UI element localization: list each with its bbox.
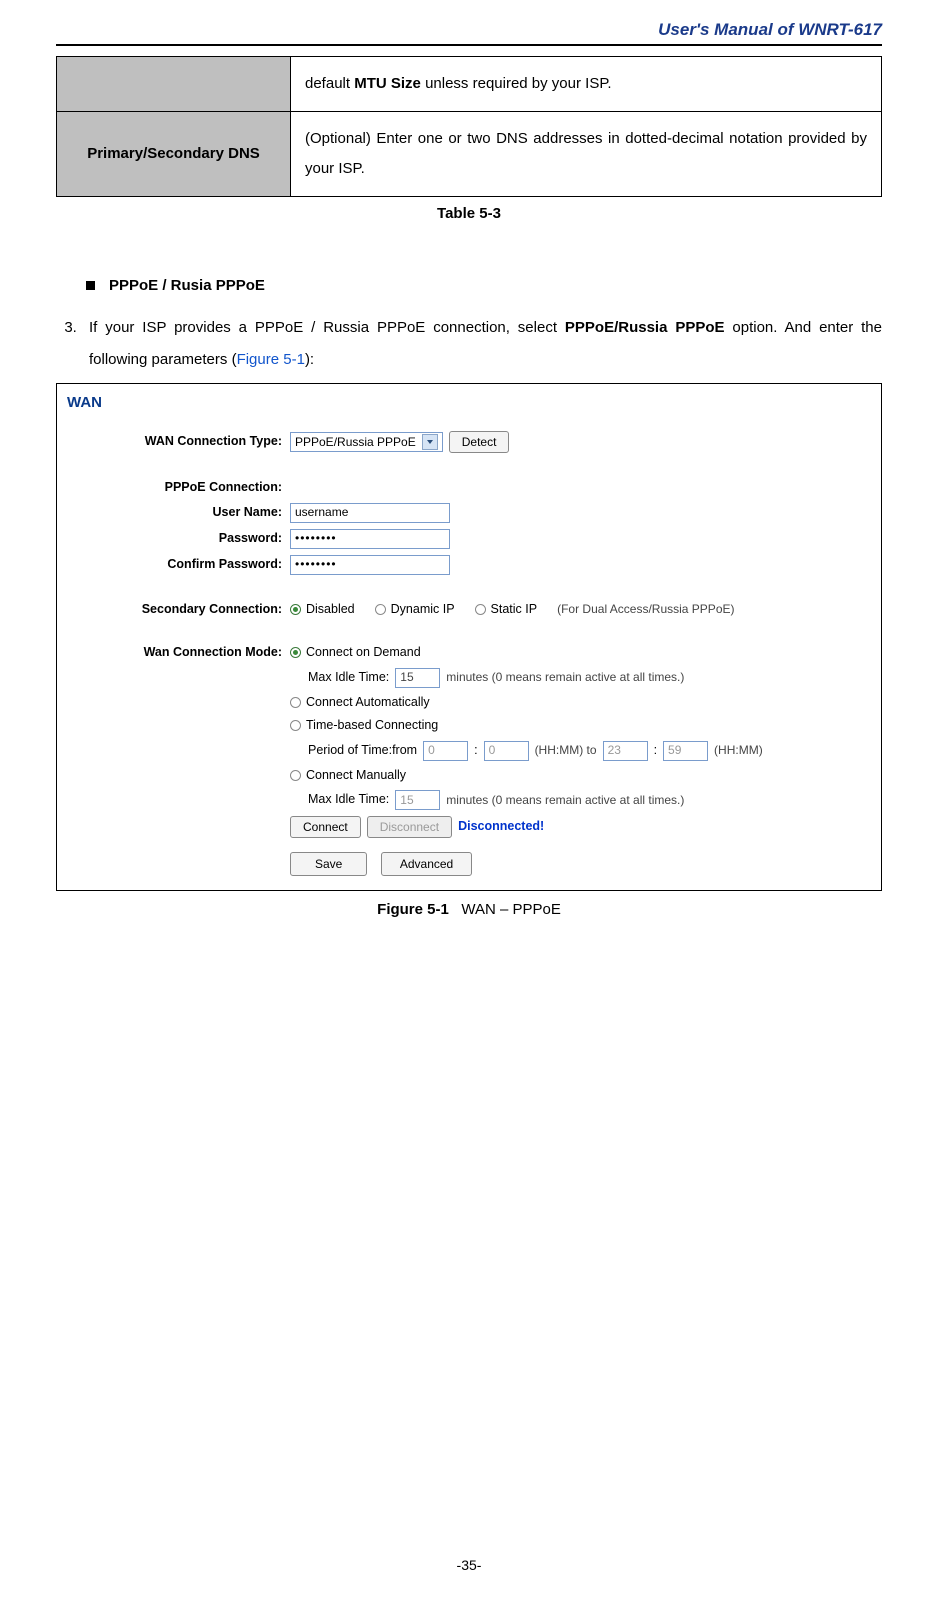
opt-on-demand: Connect on Demand [306,644,421,662]
conn-type-select[interactable]: PPPoE/Russia PPPoE [290,432,443,452]
label-pppoe-conn: PPPoE Connection: [67,479,290,497]
td-bold: MTU Size [354,75,421,92]
idle-time-input-1[interactable]: 15 [395,668,440,688]
figure-ref-link[interactable]: Figure 5-1 [237,351,305,368]
step-item: If your ISP provides a PPPoE / Russia PP… [81,312,882,375]
detect-button[interactable]: Detect [449,431,510,453]
time-from-h[interactable]: 0 [423,741,468,761]
step-text: If your ISP provides a PPPoE / Russia PP… [89,319,565,336]
radio-auto[interactable] [290,697,301,708]
chevron-down-icon [422,434,438,450]
td-text: default [305,75,354,92]
step-list: If your ISP provides a PPPoE / Russia PP… [56,312,882,375]
opt-time: Time-based Connecting [306,717,438,735]
conn-type-value: PPPoE/Russia PPPoE [295,434,416,451]
time-to-h[interactable]: 23 [603,741,648,761]
hhmm: (HH:MM) [714,742,763,759]
bullet-icon [86,281,95,290]
table-row: Primary/Secondary DNS (Optional) Enter o… [57,112,882,197]
section-heading: PPPoE / Rusia PPPoE [86,277,882,294]
hhmm-to: (HH:MM) to [535,742,597,759]
figure-caption-text: WAN – PPPoE [461,901,560,918]
th-dns: Primary/Secondary DNS [57,112,291,197]
password-input[interactable]: •••••••• [290,529,450,549]
label-conn-type: WAN Connection Type: [67,433,290,451]
section-title: PPPoE / Rusia PPPoE [109,277,265,294]
parameter-table: default MTU Size unless required by your… [56,56,882,197]
radio-disabled[interactable] [290,604,301,615]
figure-caption: Figure 5-1 WAN – PPPoE [56,901,882,918]
confirm-password-input[interactable]: •••••••• [290,555,450,575]
th-mtu [57,57,291,112]
connection-status: Disconnected! [458,818,544,836]
td-dns: (Optional) Enter one or two DNS addresse… [291,112,882,197]
username-input[interactable]: username [290,503,450,523]
save-button[interactable]: Save [290,852,367,876]
advanced-button[interactable]: Advanced [381,852,472,876]
radio-time[interactable] [290,720,301,731]
opt-dynamic: Dynamic IP [391,601,455,619]
td-mtu: default MTU Size unless required by your… [291,57,882,112]
opt-manual: Connect Manually [306,767,406,785]
step-bold: PPPoE/Russia PPPoE [565,319,725,336]
wan-title: WAN [67,392,871,413]
radio-static[interactable] [475,604,486,615]
idle-suffix2: minutes (0 means remain active at all ti… [446,792,684,809]
idle-label2: Max Idle Time: [308,791,389,809]
step-text3: ): [305,351,314,368]
page-number: -35- [0,1557,938,1573]
radio-dynamic[interactable] [375,604,386,615]
doc-header: User's Manual of WNRT-617 [56,20,882,46]
period-prefix: Period of Time:from [308,742,417,760]
table-caption: Table 5-3 [56,205,882,222]
radio-manual[interactable] [290,770,301,781]
idle-time-input-2[interactable]: 15 [395,790,440,810]
opt-auto: Connect Automatically [306,694,430,712]
radio-on-demand[interactable] [290,647,301,658]
opt-static: Static IP [491,601,538,619]
figure-caption-bold: Figure 5-1 [377,901,449,918]
table-row: default MTU Size unless required by your… [57,57,882,112]
idle-label1: Max Idle Time: [308,669,389,687]
disconnect-button[interactable]: Disconnect [367,816,452,838]
time-to-m[interactable]: 59 [663,741,708,761]
time-from-m[interactable]: 0 [484,741,529,761]
secondary-note: (For Dual Access/Russia PPPoE) [557,601,734,618]
label-secondary: Secondary Connection: [67,601,290,619]
td-text2: unless required by your ISP. [421,75,612,92]
label-confirm: Confirm Password: [67,556,290,574]
idle-suffix1: minutes (0 means remain active at all ti… [446,669,684,686]
label-password: Password: [67,530,290,548]
label-mode: Wan Connection Mode: [67,644,290,662]
label-username: User Name: [67,504,290,522]
connect-button[interactable]: Connect [290,816,361,838]
wan-figure: WAN WAN Connection Type: PPPoE/Russia PP… [56,383,882,891]
opt-disabled: Disabled [306,601,355,619]
